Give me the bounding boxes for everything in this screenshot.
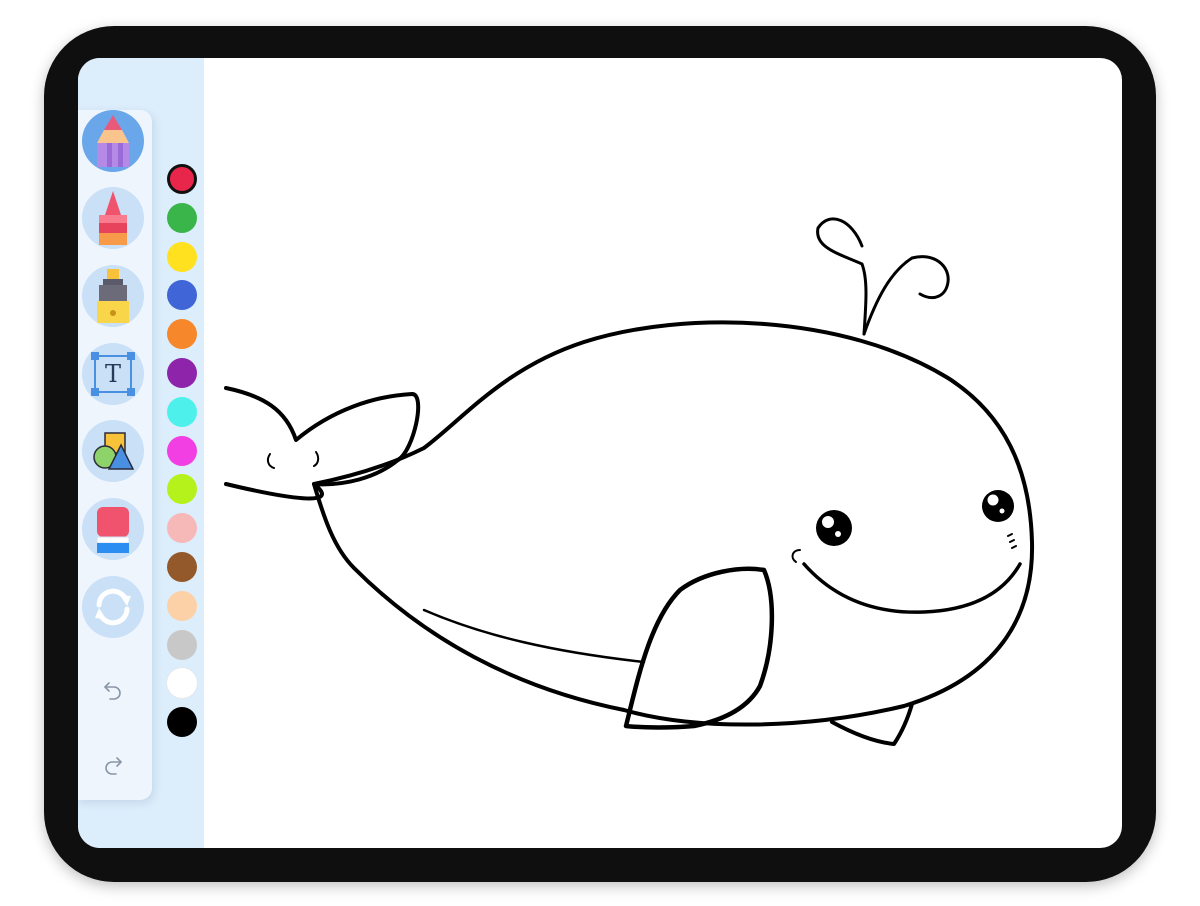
- shapes-icon: [93, 432, 135, 470]
- whale-smile: [802, 562, 1022, 614]
- clear-canvas-button[interactable]: [82, 576, 144, 638]
- color-swatch[interactable]: [167, 358, 197, 388]
- pencil-icon: [97, 115, 129, 167]
- crayon-icon: [99, 191, 127, 245]
- crayon-tool-button[interactable]: [82, 187, 144, 249]
- app-screen: T: [78, 58, 1122, 848]
- marker-icon: [97, 269, 129, 323]
- whale-bottom-fin: [830, 702, 914, 746]
- whale-belly-line: [422, 608, 646, 664]
- pencil-tool-button[interactable]: [82, 110, 144, 172]
- whale-body: [312, 320, 1035, 727]
- color-swatch[interactable]: [167, 164, 197, 194]
- drawing-canvas[interactable]: [204, 58, 1122, 848]
- whale-fin: [623, 566, 775, 730]
- text-tool-icon: T: [91, 352, 135, 396]
- text-tool-button[interactable]: T: [82, 343, 144, 405]
- color-swatch[interactable]: [167, 707, 197, 738]
- color-swatch[interactable]: [167, 435, 197, 466]
- color-swatch[interactable]: [167, 590, 197, 621]
- shapes-tool-button[interactable]: [82, 420, 144, 482]
- eraser-tool-button[interactable]: [82, 498, 144, 560]
- text-tool-label: T: [105, 360, 121, 388]
- color-swatch[interactable]: [167, 396, 197, 427]
- whale-spout: [816, 217, 868, 336]
- whale-eyes: [816, 490, 1014, 546]
- tablet-frame: T: [44, 26, 1156, 882]
- color-swatch[interactable]: [167, 319, 197, 350]
- undo-button[interactable]: [98, 675, 128, 705]
- undo-icon: [104, 682, 121, 700]
- color-swatch[interactable]: [167, 202, 197, 233]
- color-swatch[interactable]: [167, 629, 197, 660]
- redo-icon: [105, 757, 122, 775]
- color-swatch[interactable]: [167, 513, 197, 544]
- redo-button[interactable]: [98, 750, 128, 780]
- whale-drawing: [224, 217, 1035, 746]
- tool-panel: T: [78, 110, 152, 800]
- eraser-icon: [96, 507, 130, 553]
- color-swatch[interactable]: [167, 552, 197, 582]
- refresh-icon: [95, 588, 131, 626]
- marker-tool-button[interactable]: [82, 265, 144, 327]
- color-swatch[interactable]: [167, 241, 197, 272]
